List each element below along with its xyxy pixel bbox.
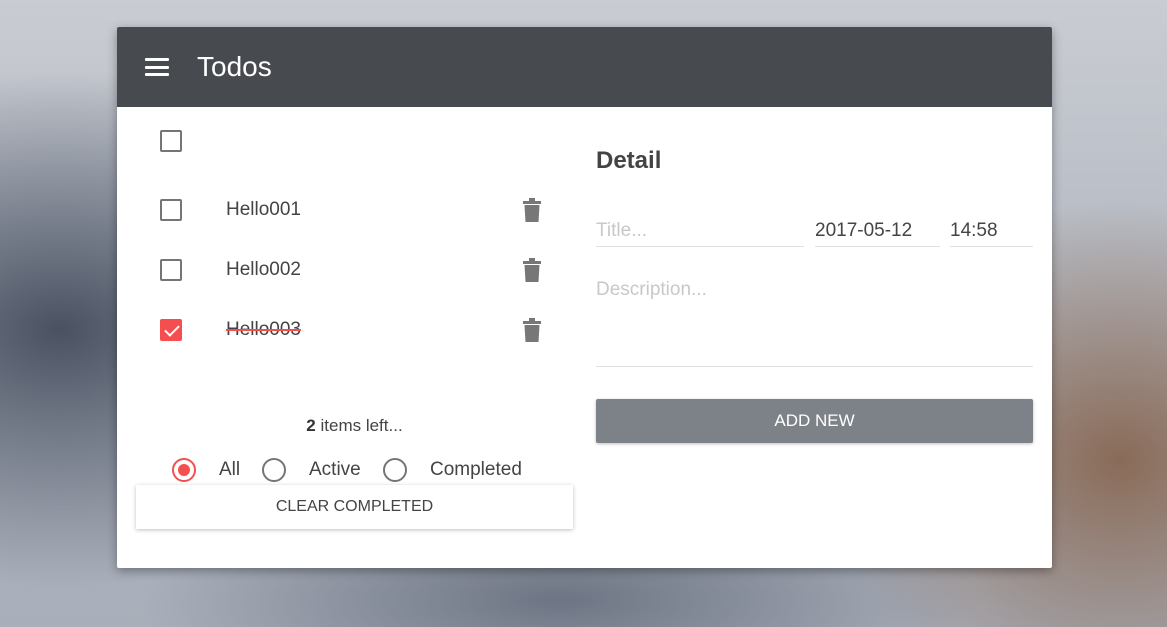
trash-icon[interactable] <box>523 318 541 342</box>
items-left-counter: 2 items left... <box>117 416 592 436</box>
todo-app-card: Todos Hello001 Hello002 Hello003 2 items… <box>117 27 1052 568</box>
filter-completed-label[interactable]: Completed <box>430 459 522 481</box>
clear-completed-button[interactable]: CLEAR COMPLETED <box>136 485 573 529</box>
select-all-checkbox[interactable] <box>160 130 182 152</box>
items-left-count: 2 <box>306 416 316 435</box>
filter-all-label[interactable]: All <box>219 459 240 481</box>
app-bar: Todos <box>117 27 1052 107</box>
todo-checkbox[interactable] <box>160 199 182 221</box>
detail-heading: Detail <box>596 147 662 174</box>
todo-checkbox[interactable] <box>160 319 182 341</box>
date-input[interactable] <box>815 215 940 247</box>
detail-panel: Detail ADD NEW <box>596 107 1033 568</box>
filter-active-radio[interactable] <box>262 458 286 482</box>
description-input[interactable] <box>596 279 1033 367</box>
todo-label: Hello001 <box>226 199 301 220</box>
todo-label: Hello002 <box>226 259 301 280</box>
filter-active-label[interactable]: Active <box>309 459 361 481</box>
todo-checkbox[interactable] <box>160 259 182 281</box>
todo-label: Hello003 <box>226 319 301 340</box>
trash-icon[interactable] <box>523 198 541 222</box>
app-title: Todos <box>197 51 272 82</box>
menu-icon[interactable] <box>145 58 169 76</box>
time-input[interactable] <box>950 215 1033 247</box>
trash-icon[interactable] <box>523 258 541 282</box>
add-new-button[interactable]: ADD NEW <box>596 399 1033 443</box>
filter-group: All Active Completed <box>117 458 592 488</box>
items-left-text: items left... <box>315 416 403 435</box>
filter-completed-radio[interactable] <box>383 458 407 482</box>
filter-all-radio[interactable] <box>172 458 196 482</box>
todo-list-panel: Hello001 Hello002 Hello003 2 items left.… <box>117 107 592 568</box>
title-input[interactable] <box>596 215 804 247</box>
